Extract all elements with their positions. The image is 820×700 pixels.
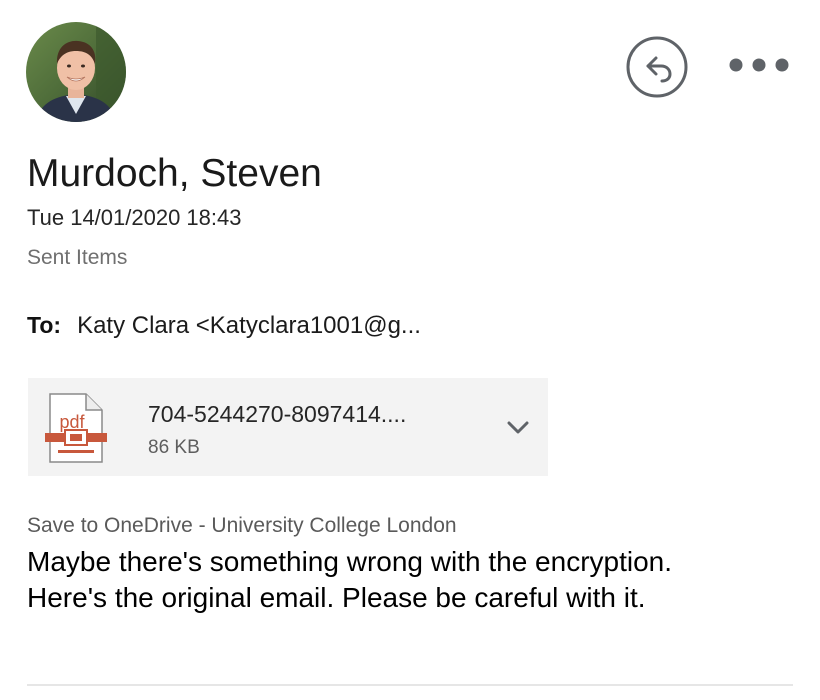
message-body: Maybe there's something wrong with the e… (27, 544, 807, 616)
attachment-options-button[interactable] (506, 420, 530, 436)
save-to-onedrive-link[interactable]: Save to OneDrive - University College Lo… (27, 512, 457, 540)
reply-icon (626, 36, 688, 98)
attachment-card[interactable]: pdf 704-5244270-8097414.... 86 KB (28, 378, 548, 476)
message-line: Here's the original email. Please be car… (27, 582, 646, 613)
recipients-row: To: Katy Clara <Katyclara1001@g... (27, 312, 421, 344)
sender-avatar[interactable] (26, 22, 126, 122)
to-recipient[interactable]: Katy Clara <Katyclara1001@g... (77, 312, 421, 340)
more-options-icon (729, 58, 789, 72)
divider (27, 684, 793, 686)
person-avatar-icon (26, 22, 126, 122)
sender-name[interactable]: Murdoch, Steven (27, 150, 322, 198)
reply-button[interactable] (626, 36, 688, 98)
to-label: To: (27, 312, 62, 338)
message-line: Maybe there's something wrong with the e… (27, 546, 673, 577)
attachment-filename: 704-5244270-8097414.... (148, 401, 407, 427)
more-options-button[interactable] (726, 50, 792, 80)
sent-date: Tue 14/01/2020 18:43 (27, 205, 242, 230)
pdf-file-icon: pdf (44, 392, 108, 464)
attachment-size: 86 KB (148, 437, 200, 458)
folder-label: Sent Items (27, 246, 128, 269)
chevron-down-icon (507, 421, 529, 434)
